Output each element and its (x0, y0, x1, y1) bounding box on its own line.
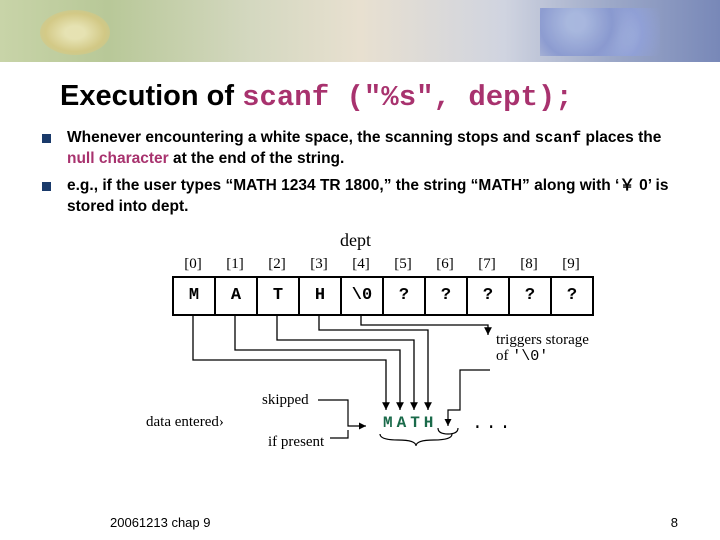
data-entered-label: data entered› (146, 414, 224, 431)
title-prefix: Execution of (60, 80, 242, 112)
bullet-item: e.g., if the user types “MATH 1234 TR 18… (42, 176, 680, 218)
page-number: 8 (671, 515, 678, 530)
bullet-list: Whenever encountering a white space, the… (42, 128, 680, 218)
bullet-icon (42, 182, 51, 191)
bullet-item: Whenever encountering a white space, the… (42, 128, 680, 170)
slide-title: Execution of scanf ("%s", dept); (60, 80, 720, 114)
footer-date-chapter: 20061213 chap 9 (110, 515, 210, 530)
bullet-text: Whenever encountering a white space, the… (67, 128, 680, 170)
skipped-label: skipped (262, 392, 309, 409)
if-present-label: if present (268, 434, 324, 451)
array-diagram: dept [0] [1] [2] [3] [4] [5] [6] [7] [8]… (90, 230, 630, 455)
bullet-text: e.g., if the user types “MATH 1234 TR 18… (67, 176, 680, 218)
dots: ... (472, 414, 513, 434)
decorative-banner (0, 0, 720, 62)
title-code: scanf ("%s", dept); (242, 81, 573, 114)
entered-text: MATH (383, 414, 437, 432)
bullet-icon (42, 134, 51, 143)
triggers-label: triggers storage of '\0' (496, 332, 589, 366)
